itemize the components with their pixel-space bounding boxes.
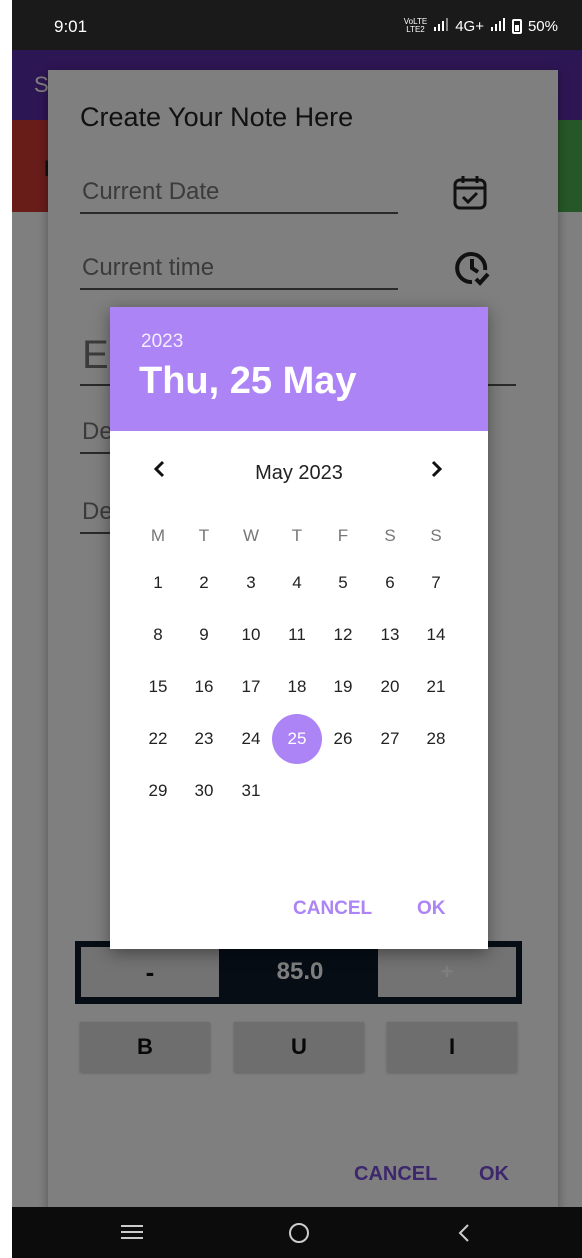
- calendar-day[interactable]: 27: [367, 716, 413, 762]
- calendar-day[interactable]: 13: [367, 612, 413, 658]
- next-month-button[interactable]: [430, 459, 444, 485]
- calendar-day[interactable]: 2: [181, 560, 227, 606]
- weekday-label: W: [242, 526, 260, 545]
- picker-year[interactable]: 2023: [141, 331, 183, 353]
- battery-percent: 50%: [527, 17, 558, 35]
- status-icons: VoLTE LTE2 4G+ 50%: [404, 17, 558, 35]
- weekday-label: F: [337, 526, 349, 545]
- calendar-day[interactable]: 20: [367, 664, 413, 710]
- picker-ok-button[interactable]: OK: [417, 898, 446, 920]
- status-bar: 9:01 VoLTE LTE2 4G+ 50%: [12, 0, 582, 50]
- back-icon[interactable]: [456, 1221, 472, 1250]
- system-nav-bar: [12, 1207, 582, 1258]
- menu-icon[interactable]: [120, 1222, 144, 1247]
- selected-day[interactable]: 25: [272, 714, 322, 764]
- date-picker-header: 2023 Thu, 25 May: [110, 307, 488, 431]
- network-type: 4G+: [455, 17, 484, 35]
- calendar-day[interactable]: 4: [274, 560, 320, 606]
- calendar-day[interactable]: 7: [413, 560, 459, 606]
- status-time: 9:01: [54, 17, 88, 36]
- calendar-day[interactable]: 16: [181, 664, 227, 710]
- calendar-day[interactable]: 3: [228, 560, 274, 606]
- weekday-label: T: [291, 526, 303, 545]
- calendar-day[interactable]: 1: [135, 560, 181, 606]
- calendar-day[interactable]: 11: [274, 612, 320, 658]
- calendar-day[interactable]: 15: [135, 664, 181, 710]
- signal-icon-2: [490, 17, 506, 35]
- volte-indicator: VoLTE LTE2: [403, 17, 428, 34]
- calendar-day[interactable]: 22: [135, 716, 181, 762]
- weekday-label: S: [384, 526, 396, 545]
- calendar-day[interactable]: 23: [181, 716, 227, 762]
- calendar-day[interactable]: 28: [413, 716, 459, 762]
- battery-icon: [511, 18, 522, 34]
- calendar-day[interactable]: 24: [228, 716, 274, 762]
- chevron-right-icon: [431, 460, 443, 478]
- calendar-day[interactable]: 26: [320, 716, 366, 762]
- weekday-label: M: [150, 526, 166, 545]
- calendar-day[interactable]: 21: [413, 664, 459, 710]
- calendar-day[interactable]: 9: [181, 612, 227, 658]
- calendar-day[interactable]: 12: [320, 612, 366, 658]
- calendar-day[interactable]: 14: [413, 612, 459, 658]
- calendar-day[interactable]: 31: [228, 768, 274, 814]
- weekday-label: S: [430, 526, 442, 545]
- date-picker-dialog: 2023 Thu, 25 May May 2023 MTWTFSS 123456…: [110, 307, 488, 949]
- calendar-day[interactable]: 19: [320, 664, 366, 710]
- home-icon[interactable]: [287, 1221, 311, 1250]
- calendar-day[interactable]: 29: [135, 768, 181, 814]
- calendar-day[interactable]: 6: [367, 560, 413, 606]
- calendar-day[interactable]: 5: [320, 560, 366, 606]
- calendar-day[interactable]: 18: [274, 664, 320, 710]
- signal-icon: [433, 17, 449, 35]
- picker-selected-date: Thu, 25 May: [139, 360, 357, 402]
- calendar-day[interactable]: 30: [181, 768, 227, 814]
- calendar-day[interactable]: 17: [228, 664, 274, 710]
- calendar-day[interactable]: 10: [228, 612, 274, 658]
- picker-cancel-button[interactable]: CANCEL: [293, 898, 372, 920]
- calendar-day[interactable]: 8: [135, 612, 181, 658]
- weekday-label: T: [198, 526, 210, 545]
